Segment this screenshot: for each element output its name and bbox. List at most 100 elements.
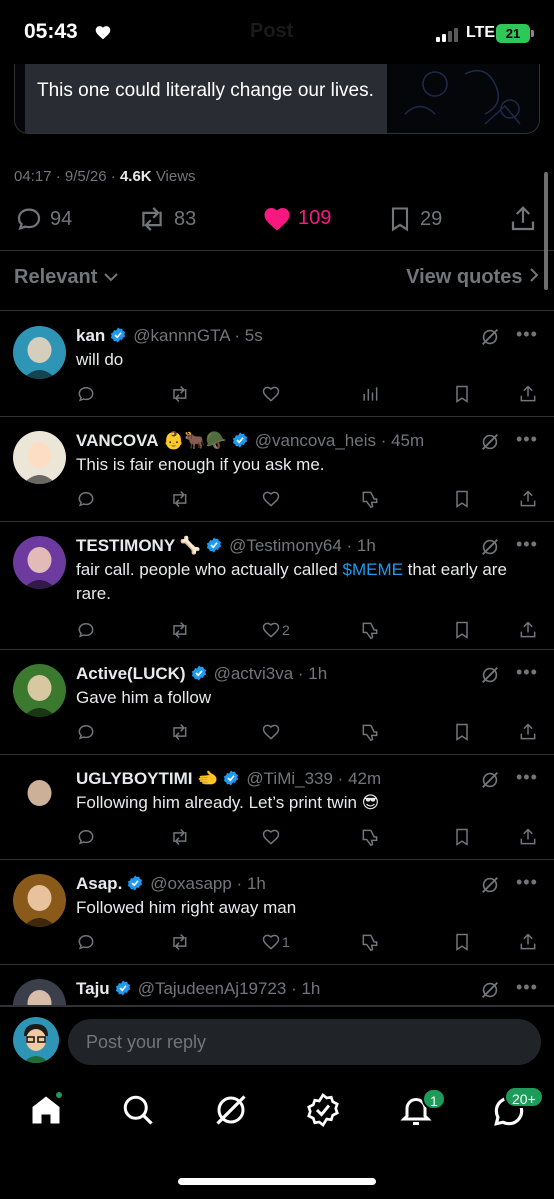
handle[interactable]: @TajudeenAj19723 bbox=[138, 979, 287, 998]
handle[interactable]: @actvi3va bbox=[214, 664, 294, 683]
display-name[interactable]: kan bbox=[76, 326, 105, 345]
reply-composer: Post your reply bbox=[0, 1006, 554, 1078]
avatar[interactable] bbox=[13, 664, 66, 717]
handle[interactable]: @Testimony64 bbox=[229, 536, 342, 555]
share-button[interactable] bbox=[518, 620, 538, 640]
repost-count-button[interactable]: 83 bbox=[136, 204, 196, 234]
handle[interactable]: @kannnGTA bbox=[133, 326, 229, 345]
more-options-button[interactable]: ••• bbox=[516, 977, 538, 998]
like-button[interactable]: 1 bbox=[260, 932, 290, 952]
display-name[interactable]: Active(LUCK) bbox=[76, 664, 186, 683]
repost-button[interactable] bbox=[168, 722, 190, 742]
bookmark-button[interactable] bbox=[452, 489, 472, 509]
reply-header: TESTIMONY 🦴 @Testimony64 · 1h bbox=[76, 536, 376, 555]
share-button[interactable] bbox=[518, 384, 538, 404]
bookmark-icon bbox=[456, 490, 468, 508]
reply-button[interactable] bbox=[76, 827, 96, 847]
grok-explain-button[interactable] bbox=[479, 979, 501, 1005]
reply-button[interactable] bbox=[76, 932, 96, 952]
cashtag-link[interactable]: $MEME bbox=[342, 560, 402, 579]
share-button[interactable] bbox=[518, 827, 538, 847]
tab-grok[interactable] bbox=[213, 1092, 253, 1132]
share-button[interactable] bbox=[518, 932, 538, 952]
reply-item[interactable]: Asap. @oxasapp · 1h ••• Followed him righ… bbox=[0, 860, 554, 965]
reply-item[interactable]: VANCOVA 👶🐂🪖 @vancova_heis · 45m ••• This … bbox=[0, 417, 554, 522]
avatar[interactable] bbox=[13, 874, 66, 927]
handle[interactable]: @TiMi_339 bbox=[246, 769, 333, 788]
tab-home[interactable] bbox=[28, 1090, 68, 1132]
avatar[interactable] bbox=[13, 326, 66, 379]
tab-messages[interactable]: 20+ bbox=[490, 1086, 544, 1132]
reply-item[interactable]: Active(LUCK) @actvi3va · 1h ••• Gave him … bbox=[0, 650, 554, 755]
reply-count-button[interactable]: 94 bbox=[14, 204, 72, 234]
reply-button[interactable] bbox=[76, 620, 96, 640]
share-button[interactable] bbox=[518, 489, 538, 509]
bookmark-button[interactable] bbox=[452, 620, 472, 640]
like-count-button[interactable]: 109 bbox=[262, 204, 331, 232]
tab-search[interactable] bbox=[120, 1092, 160, 1132]
dislike-button[interactable] bbox=[360, 722, 380, 742]
more-options-button[interactable]: ••• bbox=[516, 662, 538, 683]
more-options-button[interactable]: ••• bbox=[516, 324, 538, 345]
bookmark-count-button[interactable]: 29 bbox=[386, 204, 442, 234]
status-bar: 05:43 Post LTE 21 bbox=[0, 0, 554, 64]
display-name[interactable]: VANCOVA bbox=[76, 431, 159, 450]
bookmark-icon bbox=[456, 828, 468, 846]
more-options-button[interactable]: ••• bbox=[516, 767, 538, 788]
repost-button[interactable] bbox=[168, 384, 190, 404]
dislike-button[interactable] bbox=[360, 489, 380, 509]
display-name[interactable]: Asap. bbox=[76, 874, 122, 893]
avatar[interactable] bbox=[13, 979, 66, 1005]
reply-time: 1h bbox=[301, 979, 321, 998]
reply-item[interactable]: UGLYBOYTIMI 🫲 @TiMi_339 · 42m ••• Followi… bbox=[0, 755, 554, 860]
tab-communities[interactable] bbox=[305, 1092, 345, 1132]
reply-item[interactable]: kan @kannnGTA · 5s ••• will do bbox=[0, 312, 554, 417]
avatar[interactable] bbox=[13, 431, 66, 484]
chevron-right-icon bbox=[530, 268, 539, 282]
reply-item[interactable]: TESTIMONY 🦴 @Testimony64 · 1h ••• fair ca… bbox=[0, 522, 554, 650]
bookmark-button[interactable] bbox=[452, 827, 472, 847]
dislike-button[interactable] bbox=[360, 932, 380, 952]
verified-badge-icon bbox=[307, 1092, 339, 1128]
avatar[interactable] bbox=[13, 769, 66, 822]
scrollbar[interactable] bbox=[544, 172, 548, 290]
bookmark-button[interactable] bbox=[452, 722, 472, 742]
dislike-button[interactable] bbox=[360, 827, 380, 847]
more-options-button[interactable]: ••• bbox=[516, 534, 538, 555]
repost-button[interactable] bbox=[168, 827, 190, 847]
repost-button[interactable] bbox=[168, 932, 190, 952]
bookmark-icon bbox=[391, 207, 409, 232]
repost-button[interactable] bbox=[168, 489, 190, 509]
like-button[interactable] bbox=[260, 384, 282, 404]
tab-notifications[interactable]: 1 bbox=[398, 1088, 446, 1132]
sort-dropdown[interactable]: Relevant bbox=[14, 266, 119, 289]
like-button[interactable] bbox=[260, 827, 282, 847]
like-button[interactable]: 2 bbox=[260, 620, 290, 640]
display-name[interactable]: TESTIMONY bbox=[76, 536, 175, 555]
bookmark-button[interactable] bbox=[452, 932, 472, 952]
avatar[interactable] bbox=[13, 536, 66, 589]
like-button[interactable] bbox=[260, 489, 282, 509]
reply-button[interactable] bbox=[76, 722, 96, 742]
views-button[interactable] bbox=[360, 384, 380, 404]
reply-item[interactable]: Taju @TajudeenAj19723 · 1h ••• bbox=[0, 965, 554, 1006]
display-name[interactable]: Taju bbox=[76, 979, 110, 998]
more-options-button[interactable]: ••• bbox=[516, 872, 538, 893]
display-name[interactable]: UGLYBOYTIMI bbox=[76, 769, 193, 788]
handle[interactable]: @vancova_heis bbox=[255, 431, 376, 450]
reply-button[interactable] bbox=[76, 384, 96, 404]
handle[interactable]: @oxasapp bbox=[150, 874, 232, 893]
bookmark-button[interactable] bbox=[452, 384, 472, 404]
reply-button[interactable] bbox=[76, 489, 96, 509]
dislike-button[interactable] bbox=[360, 620, 380, 640]
view-quotes-link[interactable]: View quotes bbox=[406, 266, 540, 289]
more-options-button[interactable]: ••• bbox=[516, 429, 538, 450]
like-button[interactable] bbox=[260, 722, 282, 742]
avatar-image bbox=[23, 675, 56, 717]
my-avatar[interactable] bbox=[13, 1017, 59, 1063]
reply-input[interactable]: Post your reply bbox=[68, 1019, 541, 1065]
quoted-post-card[interactable]: This one could literally change our live… bbox=[14, 64, 540, 134]
repost-button[interactable] bbox=[168, 620, 190, 640]
share-button[interactable] bbox=[518, 722, 538, 742]
share-button[interactable] bbox=[508, 204, 544, 234]
